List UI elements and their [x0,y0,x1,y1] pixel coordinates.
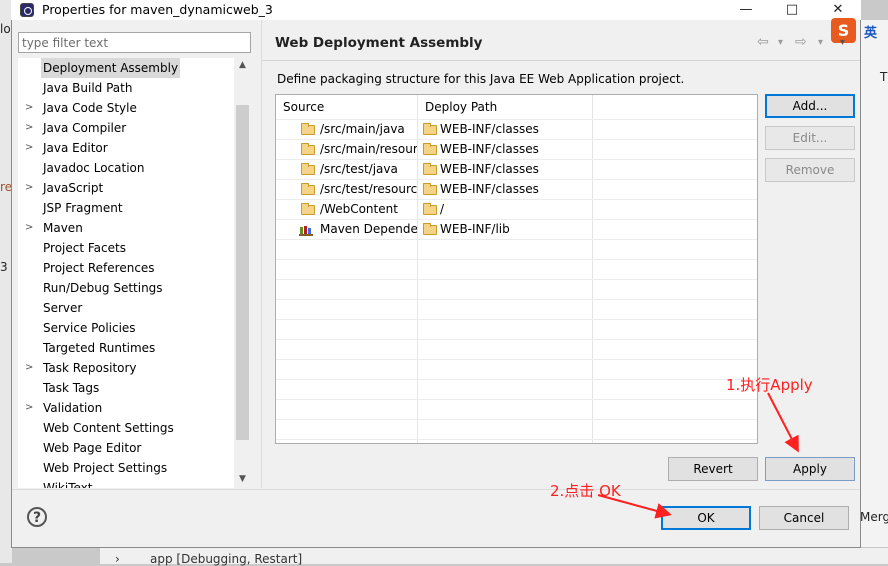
annotation-arrow-ok [597,494,672,519]
annotation-arrows [597,392,799,519]
annotation-arrow-apply [767,392,799,453]
